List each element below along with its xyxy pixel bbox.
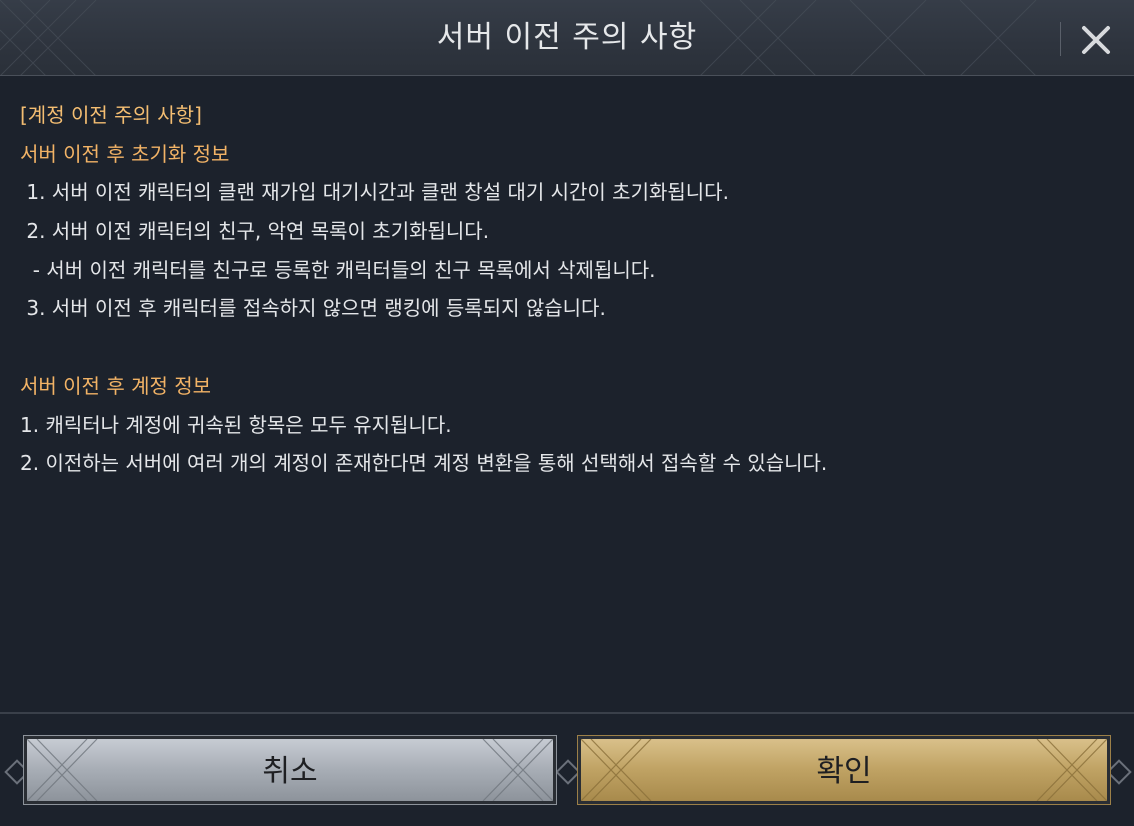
server-transfer-dialog: 서버 이전 주의 사항 [계정 이전 주의 사항] 서버 이전 후 초기화 정보 … — [0, 0, 1134, 826]
close-icon — [1082, 26, 1110, 54]
cancel-button-label: 취소 — [262, 754, 318, 789]
accent-heading: 서버 이전 후 계정 정보 — [20, 373, 212, 398]
notice-line: - 서버 이전 캐릭터를 친구로 등록한 캐릭터들의 친구 목록에서 삭제됩니다… — [20, 257, 656, 282]
notice-line: 3. 서버 이전 후 캐릭터를 접속하지 않으면 랭킹에 등록되지 않습니다. — [20, 296, 606, 321]
notice-line: 2. 서버 이전 캐릭터의 친구, 악연 목록이 초기화됩니다. — [20, 219, 490, 244]
confirm-button[interactable]: 확인 — [577, 735, 1111, 805]
notice-line: 2. 이전하는 서버에 여러 개의 계정이 존재한다면 계정 변환을 통해 선택… — [20, 451, 828, 476]
footer-divider — [0, 712, 1134, 714]
close-button[interactable] — [1072, 16, 1120, 64]
notice-line: 1. 서버 이전 캐릭터의 클랜 재가입 대기시간과 클랜 창설 대기 시간이 … — [20, 180, 729, 205]
right-ornament — [1106, 759, 1132, 785]
confirm-button-label: 확인 — [816, 754, 872, 789]
dialog-header: 서버 이전 주의 사항 — [0, 0, 1134, 76]
section-heading: [계정 이전 주의 사항] — [20, 103, 202, 127]
notice-content: [계정 이전 주의 사항] 서버 이전 후 초기화 정보 1. 서버 이전 캐릭터… — [20, 96, 1110, 483]
accent-heading: 서버 이전 후 초기화 정보 — [20, 141, 230, 166]
header-divider — [1060, 22, 1061, 56]
dialog-title: 서버 이전 주의 사항 — [436, 20, 698, 55]
center-ornament — [555, 759, 581, 785]
cancel-button[interactable]: 취소 — [23, 735, 557, 805]
notice-line: 1. 캐릭터나 계정에 귀속된 항목은 모두 유지됩니다. — [20, 412, 452, 437]
